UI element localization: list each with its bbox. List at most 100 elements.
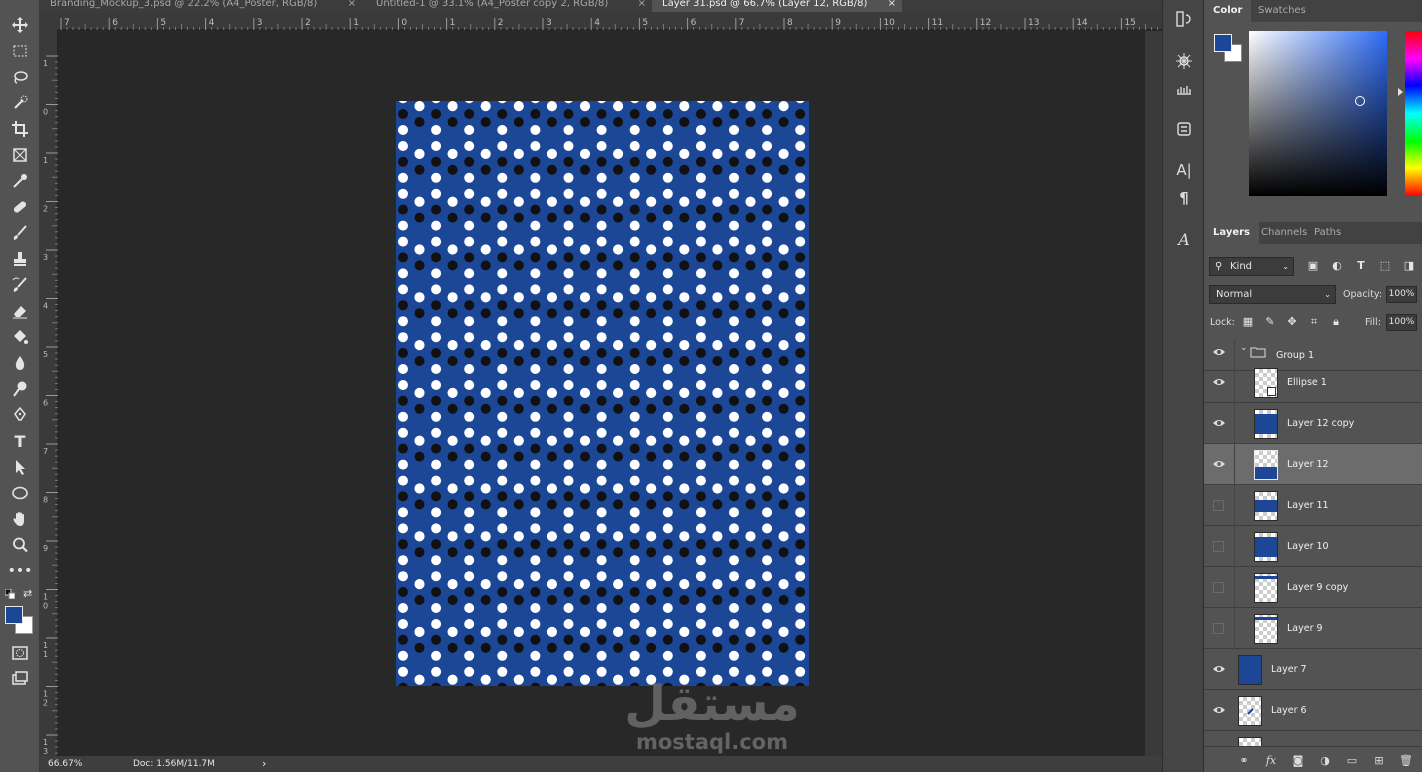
lock-artboard-icon[interactable]: ⌗	[1307, 315, 1321, 329]
character-panel-icon[interactable]: A|	[1173, 159, 1195, 181]
opacity-input[interactable]: 100%	[1386, 286, 1417, 303]
eye-visible-icon[interactable]	[1212, 375, 1226, 389]
white-dot	[431, 666, 442, 677]
new-layer-icon[interactable]: ⊞	[1371, 753, 1387, 769]
zoom-level[interactable]: 66.67%	[48, 756, 82, 772]
document-canvas[interactable]	[396, 101, 809, 686]
tab-layer-31[interactable]: Layer 31.psd @ 66.7% (Layer 12, RGB/8) ×	[652, 0, 902, 12]
fill-input[interactable]: 100%	[1386, 314, 1417, 331]
adjustments-panel-icon[interactable]	[1173, 50, 1195, 72]
lock-position-icon[interactable]: ✥	[1285, 315, 1299, 329]
visibility-toggle[interactable]	[1213, 623, 1224, 634]
layer-filter-kind-select[interactable]: ⚲ Kind ⌄	[1209, 257, 1294, 276]
layer-row-layer-6[interactable]: Layer 6	[1204, 690, 1422, 731]
type-tool-icon[interactable]: T	[8, 430, 32, 452]
eye-visible-icon[interactable]	[1212, 662, 1226, 676]
white-dot	[480, 340, 491, 350]
path-selection-tool-icon[interactable]	[8, 456, 32, 478]
color-picker-field[interactable]	[1249, 31, 1387, 196]
layer-row-layer-9[interactable]: Layer 9	[1204, 608, 1422, 649]
vertical-scrollbar[interactable]	[1145, 31, 1162, 756]
crop-tool-icon[interactable]	[8, 118, 32, 140]
paragraph-panel-icon[interactable]: ¶	[1173, 187, 1195, 209]
filter-pixel-icon[interactable]: ▣	[1306, 259, 1320, 273]
eye-visible-icon[interactable]	[1212, 457, 1226, 471]
hand-tool-icon[interactable]	[8, 508, 32, 530]
eye-visible-icon[interactable]	[1212, 416, 1226, 430]
delete-layer-icon[interactable]: 🗑︎	[1398, 753, 1414, 769]
color-picker-cursor[interactable]	[1355, 96, 1365, 106]
tab-paths[interactable]: Paths	[1305, 222, 1350, 244]
filter-smart-object-icon[interactable]: ◨	[1402, 259, 1416, 273]
layer-row-ellipse-1[interactable]: Ellipse 1	[1204, 362, 1422, 403]
status-menu-arrow-icon[interactable]: ›	[262, 756, 266, 772]
tab-swatches[interactable]: Swatches	[1249, 0, 1315, 22]
add-mask-icon[interactable]: ◙	[1290, 753, 1306, 769]
new-group-icon[interactable]: ▭	[1344, 753, 1360, 769]
layer-thumbnail	[1238, 737, 1262, 746]
brushes-panel-icon[interactable]	[1173, 78, 1195, 100]
visibility-toggle[interactable]	[1213, 500, 1224, 511]
clone-stamp-tool-icon[interactable]	[8, 248, 32, 270]
link-layers-icon[interactable]: ⚭	[1236, 753, 1252, 769]
tab-color[interactable]: Color	[1204, 0, 1252, 22]
black-dot	[596, 539, 607, 550]
layer-row-partial[interactable]	[1204, 731, 1422, 746]
adjustment-layer-icon[interactable]: ◑	[1317, 753, 1333, 769]
layer-row-layer-12[interactable]: Layer 12	[1204, 444, 1422, 485]
color-panel-foreground-swatch[interactable]	[1214, 34, 1232, 52]
properties-panel-icon[interactable]	[1173, 118, 1195, 140]
blur-tool-icon[interactable]	[8, 352, 32, 374]
layer-row-layer-9-copy[interactable]: Layer 9 copy	[1204, 567, 1422, 608]
fx-icon[interactable]: fx	[1263, 753, 1279, 769]
lock-image-pixels-icon[interactable]: ✎	[1263, 315, 1277, 329]
chevron-down-icon[interactable]: ⌄	[1240, 343, 1248, 353]
paint-bucket-tool-icon[interactable]	[8, 326, 32, 348]
blend-mode-select[interactable]: Normal ⌄	[1209, 285, 1336, 304]
frame-tool-icon[interactable]	[8, 144, 32, 166]
lock-transparent-pixels-icon[interactable]: ▦	[1241, 315, 1255, 329]
history-panel-icon[interactable]	[1173, 8, 1195, 30]
watermark-text: mostaql.com	[636, 730, 788, 754]
filter-adjustment-icon[interactable]: ◐	[1330, 259, 1344, 273]
eye-visible-icon[interactable]	[1212, 345, 1226, 359]
filter-shape-icon[interactable]: ⬚	[1378, 259, 1392, 273]
close-tab-icon[interactable]: ×	[348, 0, 356, 12]
lasso-tool-icon[interactable]	[8, 66, 32, 88]
lock-all-icon[interactable]: 🔒︎	[1329, 315, 1343, 329]
move-tool-icon[interactable]	[8, 14, 32, 36]
swap-colors-icon[interactable]: ⇄	[23, 588, 35, 600]
marquee-tool-icon[interactable]	[8, 40, 32, 62]
eyedropper-tool-icon[interactable]	[8, 170, 32, 192]
eraser-tool-icon[interactable]	[8, 300, 32, 322]
foreground-color-swatch[interactable]	[5, 606, 23, 624]
tab-layers[interactable]: Layers	[1204, 222, 1259, 244]
close-tab-icon[interactable]: ×	[638, 0, 646, 12]
hue-slider-arrow-icon[interactable]	[1398, 88, 1403, 96]
layer-row-layer-11[interactable]: Layer 11	[1204, 485, 1422, 526]
dodge-tool-icon[interactable]	[8, 378, 32, 400]
zoom-tool-icon[interactable]	[8, 534, 32, 556]
visibility-toggle[interactable]	[1213, 582, 1224, 593]
screen-mode-icon[interactable]	[8, 668, 32, 690]
history-brush-tool-icon[interactable]	[8, 274, 32, 296]
filter-type-icon[interactable]: T	[1354, 259, 1368, 273]
healing-brush-tool-icon[interactable]	[8, 196, 32, 218]
default-colors-icon[interactable]	[4, 588, 16, 600]
visibility-toggle[interactable]	[1213, 541, 1224, 552]
tab-untitled-1[interactable]: Untitled-1 @ 33.1% (A4_Poster copy 2, RG…	[366, 0, 652, 12]
more-tools-icon[interactable]: •••	[8, 560, 33, 582]
quick-selection-tool-icon[interactable]	[8, 92, 32, 114]
close-tab-icon[interactable]: ×	[888, 0, 896, 12]
layer-row-layer-12-copy[interactable]: Layer 12 copy	[1204, 403, 1422, 444]
eye-visible-icon[interactable]	[1212, 703, 1226, 717]
ellipse-tool-icon[interactable]	[8, 482, 32, 504]
pen-tool-icon[interactable]	[8, 404, 32, 426]
brush-tool-icon[interactable]	[8, 222, 32, 244]
layer-row-layer-7[interactable]: Layer 7	[1204, 649, 1422, 690]
glyphs-panel-icon[interactable]: A	[1173, 228, 1195, 250]
tab-branding-mockup[interactable]: Branding_Mockup_3.psd @ 22.2% (A4_Poster…	[40, 0, 362, 12]
layer-row-layer-10[interactable]: Layer 10	[1204, 526, 1422, 567]
hue-slider[interactable]	[1405, 31, 1422, 196]
quick-mask-icon[interactable]	[8, 642, 32, 664]
